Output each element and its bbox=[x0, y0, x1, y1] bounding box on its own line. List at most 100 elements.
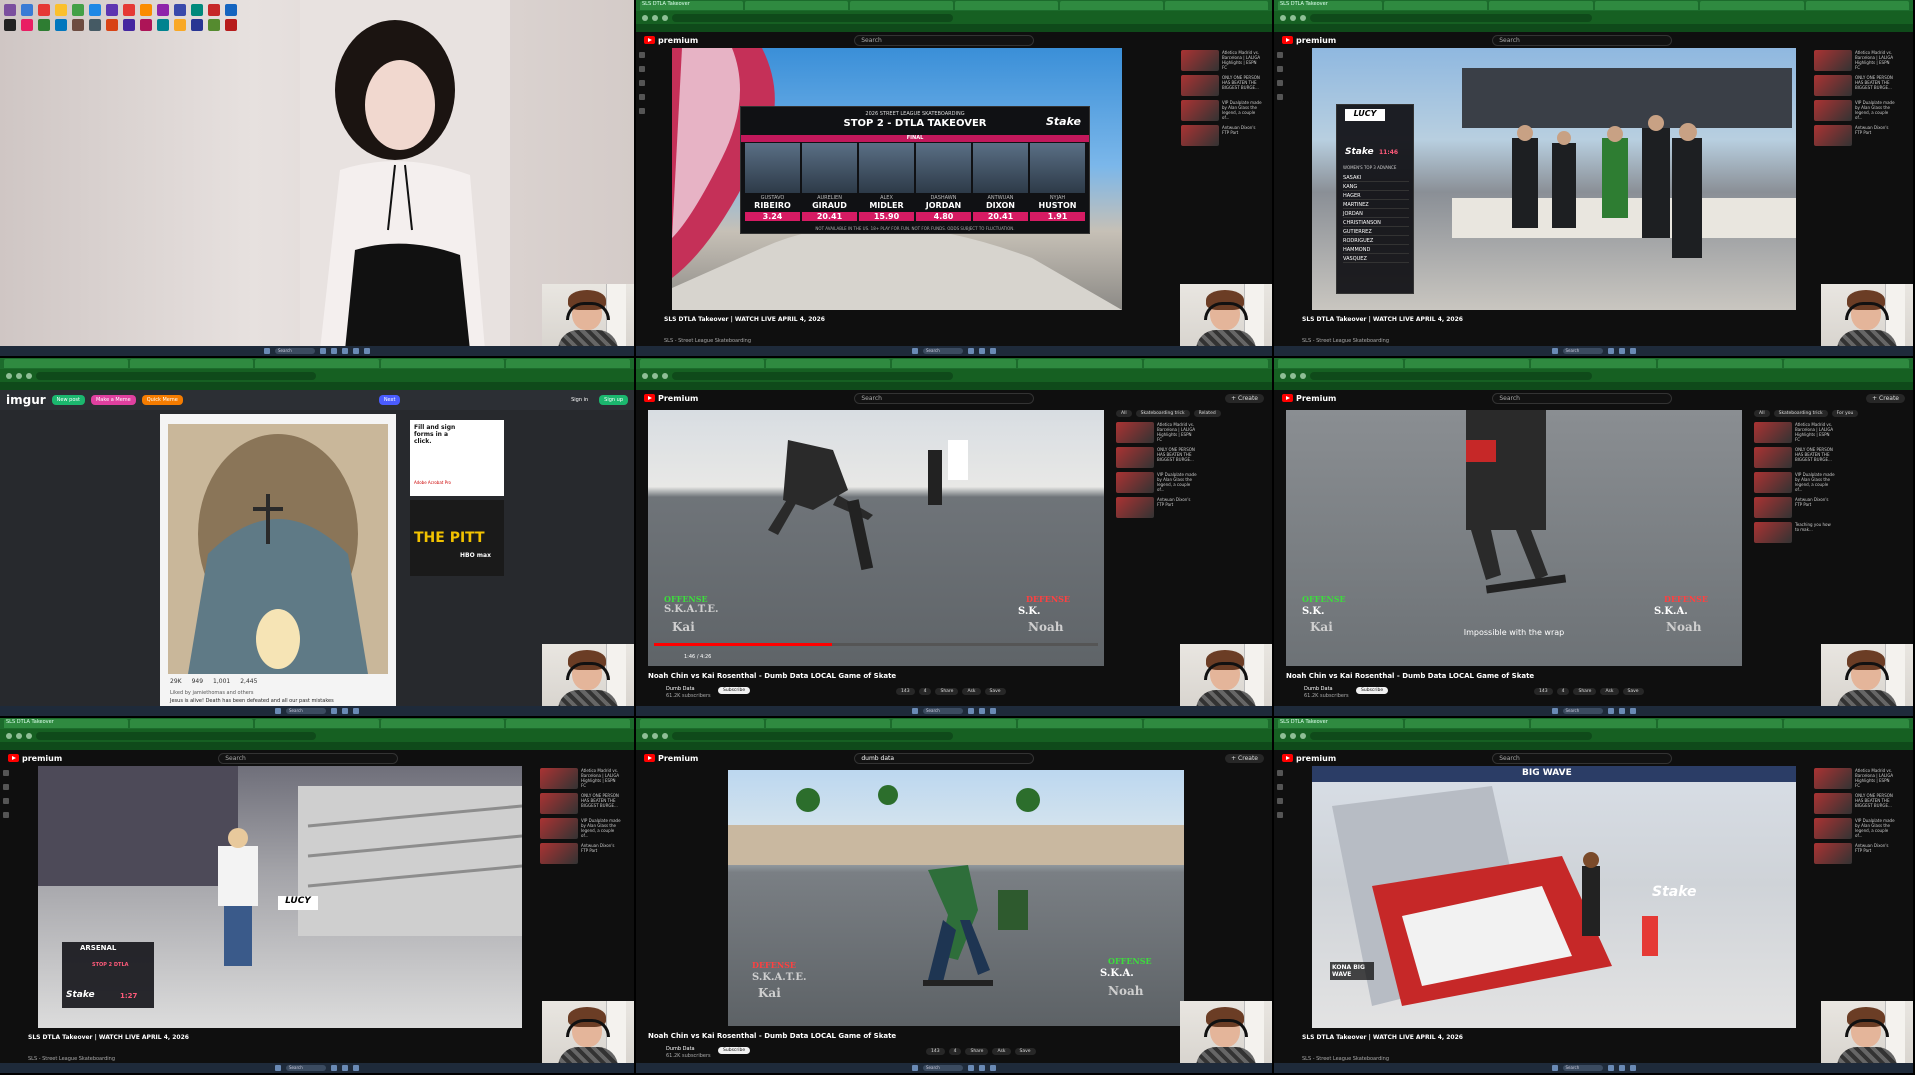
app-icon[interactable] bbox=[140, 4, 152, 16]
taskbar-app-icon[interactable] bbox=[353, 348, 359, 354]
video-player[interactable]: BIG WAVE KONA BIG WAVE Stake bbox=[1312, 766, 1796, 1028]
recommended-video[interactable]: Atletico Madrid vs. Barcelona | LALIGA H… bbox=[1814, 50, 1895, 71]
tab[interactable] bbox=[1165, 1, 1268, 10]
recommended-video[interactable]: ONLY ONE PERSON HAS BEATEN THE BIGGEST B… bbox=[540, 793, 621, 814]
taskbar-app-icon[interactable] bbox=[990, 348, 996, 354]
recommended-video[interactable]: ONLY ONE PERSON HAS BEATEN THE BIGGEST B… bbox=[1814, 75, 1895, 96]
tab[interactable] bbox=[766, 359, 890, 368]
recommended-video[interactable]: Atletico Madrid vs. Barcelona | LALIGA H… bbox=[1181, 50, 1262, 71]
taskbar-app-icon[interactable] bbox=[990, 1065, 996, 1071]
next-post-button[interactable]: Next bbox=[378, 395, 401, 405]
taskbar-app-icon[interactable] bbox=[342, 1065, 348, 1071]
subscriptions-icon[interactable] bbox=[1277, 798, 1283, 804]
create-button[interactable]: + Create bbox=[1866, 393, 1905, 403]
tab[interactable] bbox=[1278, 359, 1403, 368]
tab[interactable] bbox=[1144, 359, 1268, 368]
create-button[interactable]: + Create bbox=[1225, 393, 1264, 403]
app-icon[interactable] bbox=[55, 4, 67, 16]
youtube-logo[interactable]: Premium bbox=[1282, 394, 1336, 403]
refresh-icon[interactable] bbox=[26, 372, 32, 379]
channel-name[interactable]: SLS - Street League Skateboarding bbox=[664, 338, 751, 344]
youtube-logo[interactable]: premium bbox=[1282, 36, 1336, 45]
points-count[interactable]: 2,445 bbox=[240, 678, 257, 685]
youtube-logo[interactable]: premium bbox=[1282, 754, 1336, 763]
windows-start-icon[interactable] bbox=[275, 1065, 281, 1071]
app-icon[interactable] bbox=[89, 4, 101, 16]
recommended-video[interactable]: ONLY ONE PERSON HAS BEATEN THE BIGGEST B… bbox=[1116, 447, 1197, 468]
video-player[interactable]: OFFENSE S.K.A.T.E. Kai DEFENSE S.K. Noah… bbox=[648, 410, 1104, 666]
recommended-video[interactable]: Atletico Madrid vs. Barcelona | LALIGA H… bbox=[540, 768, 621, 789]
back-icon[interactable] bbox=[642, 732, 648, 739]
taskbar-search[interactable]: Search bbox=[923, 1065, 963, 1071]
tab[interactable] bbox=[640, 719, 764, 728]
refresh-icon[interactable] bbox=[1300, 732, 1306, 739]
recommended-video[interactable]: Atletico Madrid vs. Barcelona | LALIGA H… bbox=[1754, 422, 1835, 443]
taskbar-app-icon[interactable] bbox=[1607, 1065, 1614, 1071]
app-icon[interactable] bbox=[38, 4, 50, 16]
search-input[interactable]: Search bbox=[218, 752, 399, 764]
new-post-button[interactable]: New post bbox=[51, 395, 85, 405]
search-input[interactable]: Search bbox=[1492, 34, 1673, 46]
dislike-button[interactable]: 4 bbox=[948, 1048, 962, 1055]
recommended-video[interactable]: ONLY ONE PERSON HAS BEATEN THE BIGGEST B… bbox=[1814, 793, 1895, 814]
ad-acrobat[interactable]: Fill and sign forms in a click. Adobe Ac… bbox=[410, 420, 504, 496]
subscribe-button[interactable]: Subscribe bbox=[1356, 687, 1389, 694]
forward-icon[interactable] bbox=[652, 732, 658, 739]
shorts-icon[interactable] bbox=[1277, 66, 1283, 72]
tab[interactable]: SLS DTLA Takeover bbox=[1278, 1, 1382, 10]
subscriptions-icon[interactable] bbox=[639, 80, 645, 86]
youtube-logo[interactable]: premium bbox=[8, 754, 62, 763]
search-input[interactable]: dumb data bbox=[854, 752, 1035, 764]
app-icon[interactable] bbox=[4, 19, 16, 31]
filter-trick[interactable]: Skateboarding trick bbox=[1773, 410, 1828, 417]
tab[interactable] bbox=[129, 359, 254, 368]
library-icon[interactable] bbox=[1277, 94, 1283, 100]
taskbar-app-icon[interactable] bbox=[320, 348, 326, 354]
tab[interactable] bbox=[1018, 359, 1142, 368]
app-icon[interactable] bbox=[123, 4, 135, 16]
windows-start-icon[interactable] bbox=[1551, 708, 1558, 714]
filter-trick[interactable]: Skateboarding trick bbox=[1135, 410, 1190, 417]
tab[interactable] bbox=[1383, 1, 1487, 10]
ask-button[interactable]: Ask bbox=[962, 688, 981, 695]
taskbar-app-icon[interactable] bbox=[331, 1065, 337, 1071]
home-icon[interactable] bbox=[1277, 52, 1283, 58]
library-icon[interactable] bbox=[639, 94, 645, 100]
home-icon[interactable] bbox=[639, 52, 645, 58]
taskbar-search[interactable]: Search bbox=[1562, 1065, 1603, 1071]
tab[interactable] bbox=[766, 719, 890, 728]
tab[interactable] bbox=[745, 1, 848, 10]
tab[interactable] bbox=[129, 719, 254, 728]
forward-icon[interactable] bbox=[16, 372, 22, 379]
app-icon[interactable] bbox=[21, 4, 33, 16]
shorts-icon[interactable] bbox=[639, 66, 645, 72]
subscriptions-icon[interactable] bbox=[3, 798, 9, 804]
taskbar-app-icon[interactable] bbox=[1629, 348, 1636, 354]
recommended-video[interactable]: ONLY ONE PERSON HAS BEATEN THE BIGGEST B… bbox=[1754, 447, 1835, 468]
app-icon[interactable] bbox=[72, 19, 84, 31]
save-button[interactable]: Save bbox=[984, 688, 1006, 695]
taskbar-search[interactable]: Search bbox=[286, 1065, 326, 1071]
tab[interactable]: SLS DTLA Takeover bbox=[1278, 719, 1403, 728]
app-icon[interactable] bbox=[4, 4, 16, 16]
filter-all[interactable]: All bbox=[1116, 410, 1132, 417]
tab[interactable] bbox=[255, 359, 379, 368]
refresh-icon[interactable] bbox=[26, 732, 32, 739]
recommended-video[interactable]: Teaching you how to mak... bbox=[1754, 522, 1835, 543]
forward-icon[interactable] bbox=[652, 372, 658, 379]
taskbar-app-icon[interactable] bbox=[331, 708, 337, 714]
app-icon[interactable] bbox=[174, 4, 186, 16]
recommended-video[interactable]: Antwuan Dixon's FTP Part bbox=[540, 843, 621, 864]
taskbar-app-icon[interactable] bbox=[1618, 348, 1625, 354]
taskbar-app-icon[interactable] bbox=[968, 708, 974, 714]
forward-icon[interactable] bbox=[1290, 14, 1296, 21]
url-field[interactable] bbox=[672, 371, 953, 380]
url-field[interactable] bbox=[1310, 13, 1593, 22]
filter-for-you[interactable]: For you bbox=[1831, 410, 1859, 417]
refresh-icon[interactable] bbox=[662, 372, 668, 379]
channel-name[interactable]: SLS - Street League Skateboarding bbox=[28, 1056, 115, 1062]
comment-count[interactable]: 949 bbox=[192, 678, 203, 685]
taskbar-app-icon[interactable] bbox=[353, 1065, 359, 1071]
taskbar-app-icon[interactable] bbox=[1618, 708, 1625, 714]
forward-icon[interactable] bbox=[16, 732, 22, 739]
